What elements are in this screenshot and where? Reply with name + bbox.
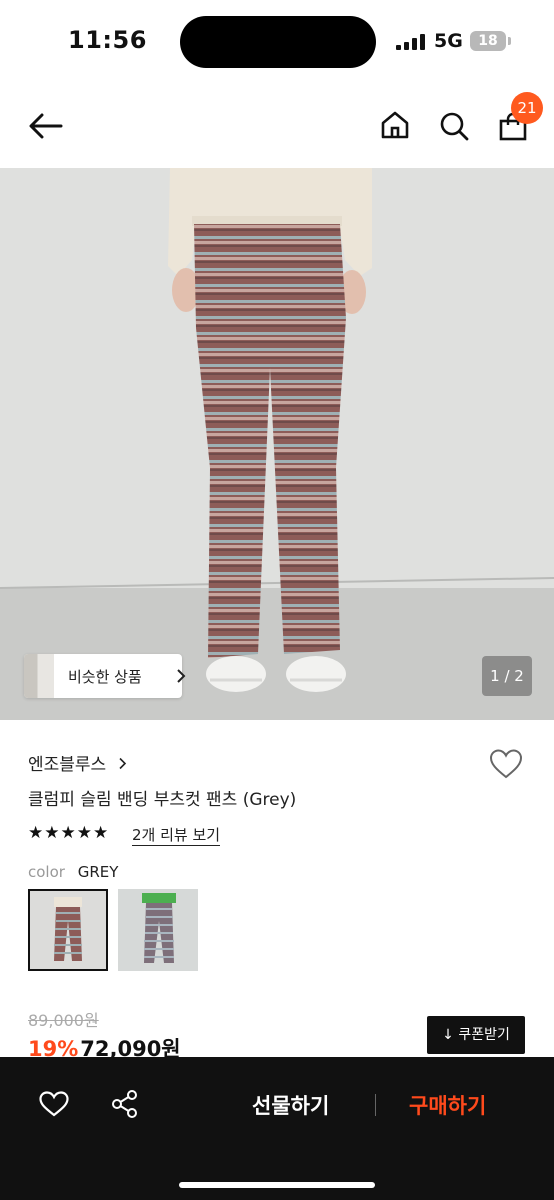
network-type: 5G — [434, 30, 463, 52]
heart-icon[interactable] — [38, 1090, 70, 1118]
brand-name: 엔조블루스 — [28, 755, 107, 775]
color-swatch-grey[interactable] — [28, 889, 108, 971]
back-arrow-icon[interactable] — [28, 112, 64, 140]
discount-rate: 19% — [28, 1037, 79, 1057]
battery-tip — [508, 37, 511, 45]
color-label: color — [28, 863, 65, 881]
status-time: 11:56 — [68, 26, 147, 54]
coupon-button[interactable]: ↓ 쿠폰받기 — [427, 1016, 525, 1054]
brand-link[interactable]: 엔조블루스 — [28, 750, 127, 775]
chevron-right-icon — [177, 669, 186, 683]
share-icon[interactable] — [110, 1089, 140, 1119]
dynamic-island — [180, 16, 376, 68]
home-icon[interactable] — [380, 110, 410, 140]
sale-price: 72,090원 — [80, 1037, 181, 1057]
similar-thumbnail — [24, 654, 54, 698]
original-price: 89,000원 — [28, 1011, 99, 1030]
rating-stars: ★★★★★ — [28, 823, 110, 843]
swatch-grey-image — [30, 891, 106, 969]
product-title: 클럼피 슬림 밴딩 부츠컷 팬츠 (Grey) — [28, 790, 297, 810]
cart-count-badge: 21 — [511, 92, 543, 124]
price-row: 19%72,090원 — [28, 1033, 181, 1057]
swatch-green-image — [118, 889, 198, 971]
color-row: color GREY — [28, 863, 118, 881]
similar-products-label: 비슷한 상품 — [68, 668, 142, 686]
similar-products-button[interactable]: 비슷한 상품 — [24, 654, 186, 698]
signal-icon — [396, 34, 425, 50]
review-link[interactable]: 2개 리뷰 보기 — [132, 824, 221, 846]
gift-button[interactable]: 선물하기 — [252, 1090, 329, 1120]
chevron-right-icon — [119, 757, 126, 770]
product-photo — [0, 168, 554, 720]
battery-icon: 18 — [470, 31, 506, 51]
heart-icon[interactable] — [488, 748, 524, 780]
buy-button[interactable]: 구매하기 — [409, 1090, 486, 1120]
bottom-action-bar — [0, 1057, 554, 1200]
product-image[interactable] — [0, 168, 554, 720]
color-value: GREY — [77, 863, 119, 881]
image-page-indicator: 1 / 2 — [482, 656, 532, 696]
search-icon[interactable] — [438, 110, 470, 142]
color-swatch-green[interactable] — [118, 889, 198, 971]
home-indicator — [179, 1182, 375, 1188]
nav-bar — [0, 84, 554, 168]
bottom-divider — [375, 1094, 376, 1116]
